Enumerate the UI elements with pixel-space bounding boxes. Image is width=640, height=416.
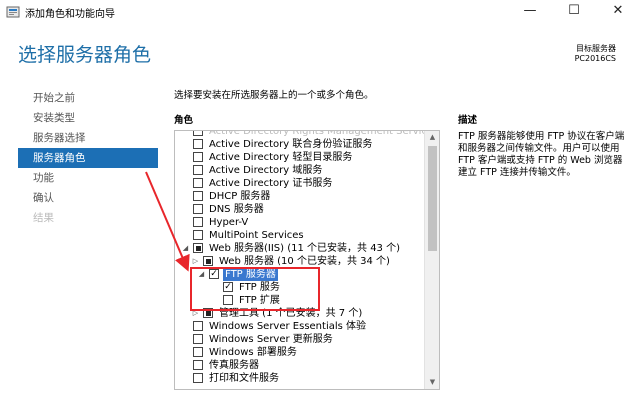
annotation-arrow-icon <box>145 171 190 272</box>
